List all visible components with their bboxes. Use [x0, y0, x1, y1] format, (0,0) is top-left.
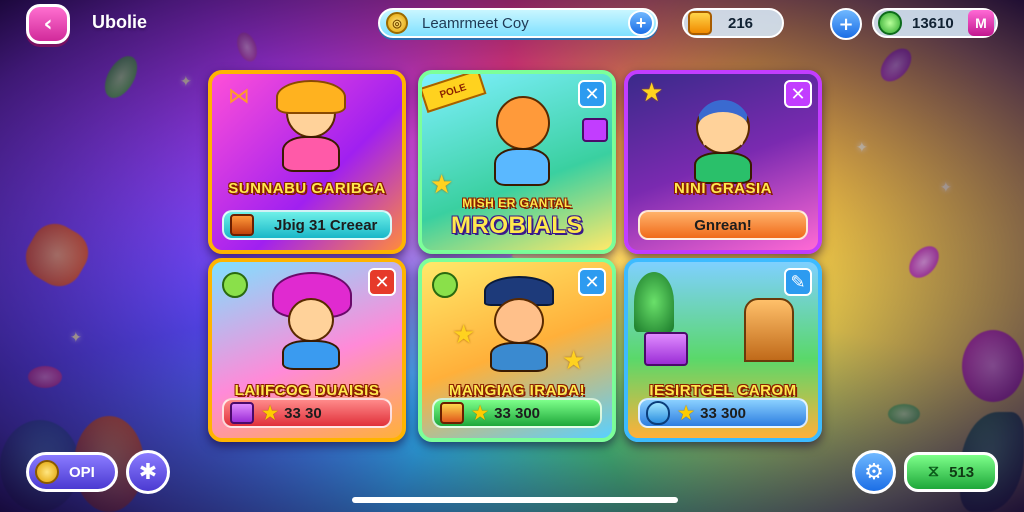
card-title: MROBIALS — [451, 212, 583, 239]
level-card[interactable]: ✕ ★ NINI GRASIA Gnrean! — [624, 70, 822, 254]
star-icon: ★ — [640, 78, 664, 108]
title-bar[interactable]: ◎ Leamrmeet Coy + — [378, 8, 658, 38]
card-subtitle: MISH ER GANTAL — [462, 196, 572, 210]
candy-decoration — [903, 240, 945, 284]
settings-button[interactable]: ⚙ — [852, 450, 896, 494]
pencil-icon: ✎ — [790, 271, 806, 293]
close-icon: ✕ — [790, 83, 806, 105]
star-icon: ★ — [472, 402, 489, 423]
close-card-button[interactable]: ✕ — [784, 80, 812, 108]
candy-decoration — [233, 29, 261, 65]
candy-decoration — [888, 404, 920, 424]
star-icon: ★ — [562, 346, 586, 376]
close-card-button[interactable]: ✕ — [368, 268, 396, 296]
home-indicator[interactable] — [352, 497, 678, 503]
close-icon: ✕ — [584, 271, 600, 293]
edit-card-button[interactable]: ✎ — [784, 268, 812, 296]
card-title: SUNNABU GARIBGA — [228, 180, 386, 197]
close-icon: ✕ — [584, 83, 600, 105]
card-action-button[interactable]: ★ 33 300 — [638, 398, 808, 428]
close-card-button[interactable]: ✕ — [578, 268, 606, 296]
card-action-label: 33 300 — [700, 404, 747, 422]
sparkle-icon: ✦ — [70, 330, 82, 346]
ribbon-label: POLE — [438, 81, 468, 101]
game-title: Ubolie — [92, 12, 148, 32]
ribbon-banner: POLE — [422, 74, 487, 113]
character-body — [494, 148, 550, 186]
options-button[interactable]: OPI — [26, 452, 118, 492]
m-badge[interactable]: M — [968, 10, 994, 36]
hair-decoration — [276, 80, 346, 114]
character-head — [494, 298, 544, 344]
chevron-left-icon: ‹ — [43, 11, 53, 37]
close-card-button[interactable]: ✕ — [578, 80, 606, 108]
score-label: 513 — [949, 463, 975, 481]
star-icon: ★ — [678, 402, 695, 423]
badge-icon — [222, 272, 248, 298]
card-action-button[interactable]: ★ 33 30 — [222, 398, 392, 428]
sparkle-icon: ✦ — [856, 140, 868, 156]
sparkle-icon: ✦ — [940, 180, 952, 196]
card-title: IESIRTGEL CAROM — [649, 382, 797, 399]
card-title: NINI GRASIA — [673, 180, 772, 197]
star-icon: ★ — [452, 320, 476, 350]
level-card[interactable]: ✕ ★ ★ MANGIAG IRADA! ★ 33 300 — [418, 258, 616, 442]
level-card[interactable]: ⋈ SUNNABU GARIBGA Jbig 31 Creear — [208, 70, 406, 254]
card-action-button[interactable]: ★ 33 300 — [432, 398, 602, 428]
character-body — [490, 342, 548, 372]
card-title: LAIIFCOG DUAISIS — [234, 382, 380, 399]
puzzle-icon: ✱ — [138, 459, 158, 485]
card-action-button[interactable]: Jbig 31 Creear — [222, 210, 392, 240]
character-head — [696, 100, 750, 154]
sparkle-icon: ✦ — [180, 74, 192, 90]
add-currency-button[interactable]: + — [830, 8, 862, 40]
character-head — [288, 298, 334, 342]
candy-decoration — [17, 215, 97, 295]
badge-icon — [432, 272, 458, 298]
gems-counter[interactable]: 13610 M — [872, 8, 998, 38]
bow-icon: ⋈ — [228, 84, 250, 109]
card-action-label: 33 300 — [494, 404, 541, 422]
character-body — [282, 340, 340, 370]
close-icon: ✕ — [374, 271, 390, 293]
gift-value: 216 — [728, 14, 754, 32]
add-button[interactable]: + — [628, 10, 654, 36]
level-card[interactable]: POLE ✕ ★ MISH ER GANTAL MROBIALS — [418, 70, 616, 254]
candy-decoration — [874, 42, 918, 88]
score-icon: ⧖ — [927, 463, 940, 480]
star-icon: ★ — [262, 402, 279, 423]
card-action-label: Gnrean! — [694, 216, 752, 234]
character-head — [496, 96, 550, 150]
card-action-label: 33 30 — [284, 404, 322, 422]
coin-icon — [35, 460, 59, 484]
gear-icon: ⚙ — [864, 459, 884, 485]
title-bar-label: Leamrmeet Coy — [422, 14, 529, 32]
back-button[interactable]: ‹ — [26, 4, 70, 44]
level-card[interactable]: ✕ LAIIFCOG DUAISIS ★ 33 30 — [208, 258, 406, 442]
candy-decoration — [962, 330, 1024, 402]
gems-value: 13610 — [912, 14, 954, 32]
card-action-label: Jbig 31 Creear — [274, 216, 378, 234]
box-icon — [440, 402, 464, 424]
temple-decoration — [744, 298, 794, 362]
score-button[interactable]: ⧖ 513 — [904, 452, 998, 492]
candy-decoration — [28, 366, 62, 388]
palm-tree-decoration — [634, 272, 674, 332]
puzzle-button[interactable]: ✱ — [126, 450, 170, 494]
gift-icon — [688, 11, 712, 35]
card-title: MANGIAG IRADA! — [448, 382, 586, 399]
shield-icon — [646, 401, 670, 425]
box-icon — [230, 402, 254, 424]
character-body — [282, 136, 340, 172]
level-card[interactable]: ✎ IESIRTGEL CAROM ★ 33 300 — [624, 258, 822, 442]
options-label: OPI — [69, 463, 95, 481]
candy-decoration — [98, 50, 144, 104]
gem-icon — [878, 11, 902, 35]
coin-icon: ◎ — [386, 12, 408, 34]
gift-box-decoration — [644, 332, 688, 366]
gift-box-decoration — [582, 118, 608, 142]
card-action-button[interactable]: Gnrean! — [638, 210, 808, 240]
chest-icon — [230, 214, 254, 236]
gift-counter[interactable]: 216 — [682, 8, 784, 38]
